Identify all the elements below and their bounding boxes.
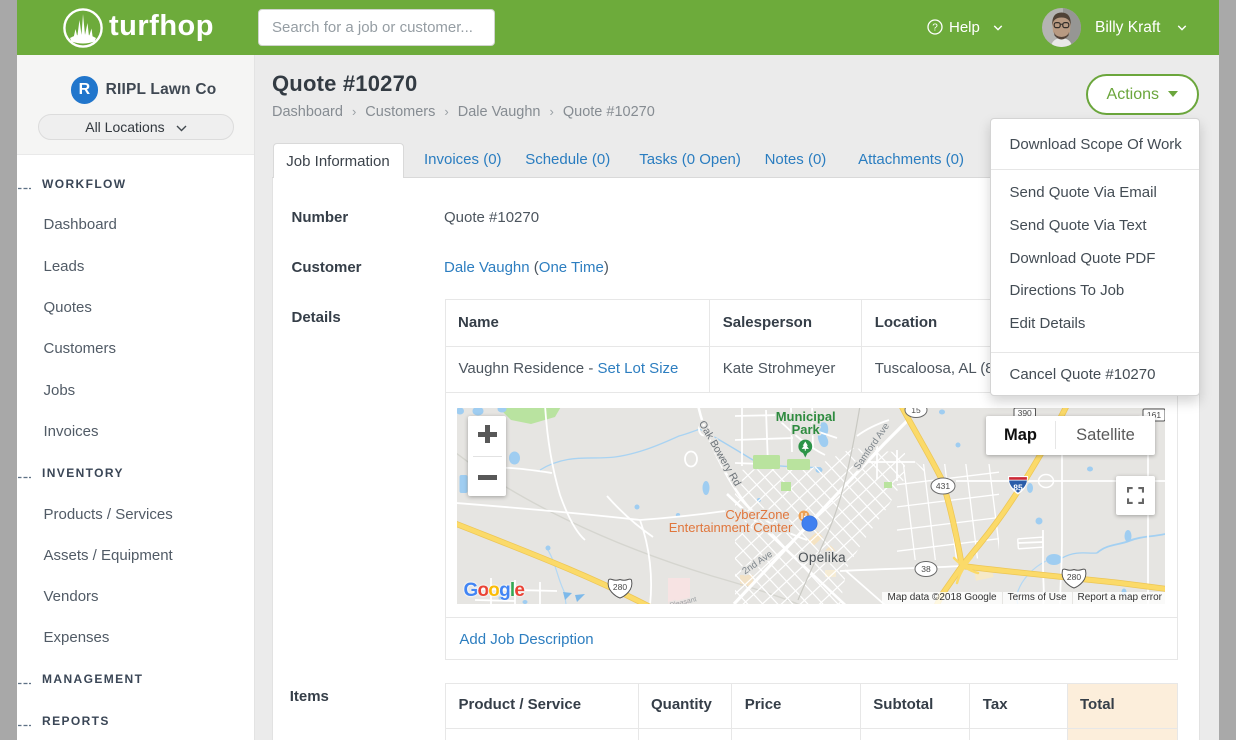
svg-text:85: 85 <box>1013 482 1023 492</box>
svg-text:Opelika: Opelika <box>798 550 846 565</box>
svg-text:280: 280 <box>1067 572 1081 582</box>
svg-text:Park: Park <box>792 422 821 437</box>
svg-text:431: 431 <box>936 481 950 491</box>
svg-text:?: ? <box>932 23 938 34</box>
svg-text:Entertainment Center: Entertainment Center <box>669 520 793 535</box>
svg-text:280: 280 <box>613 582 627 592</box>
svg-text:38: 38 <box>921 564 931 574</box>
svg-text:15: 15 <box>911 408 921 415</box>
